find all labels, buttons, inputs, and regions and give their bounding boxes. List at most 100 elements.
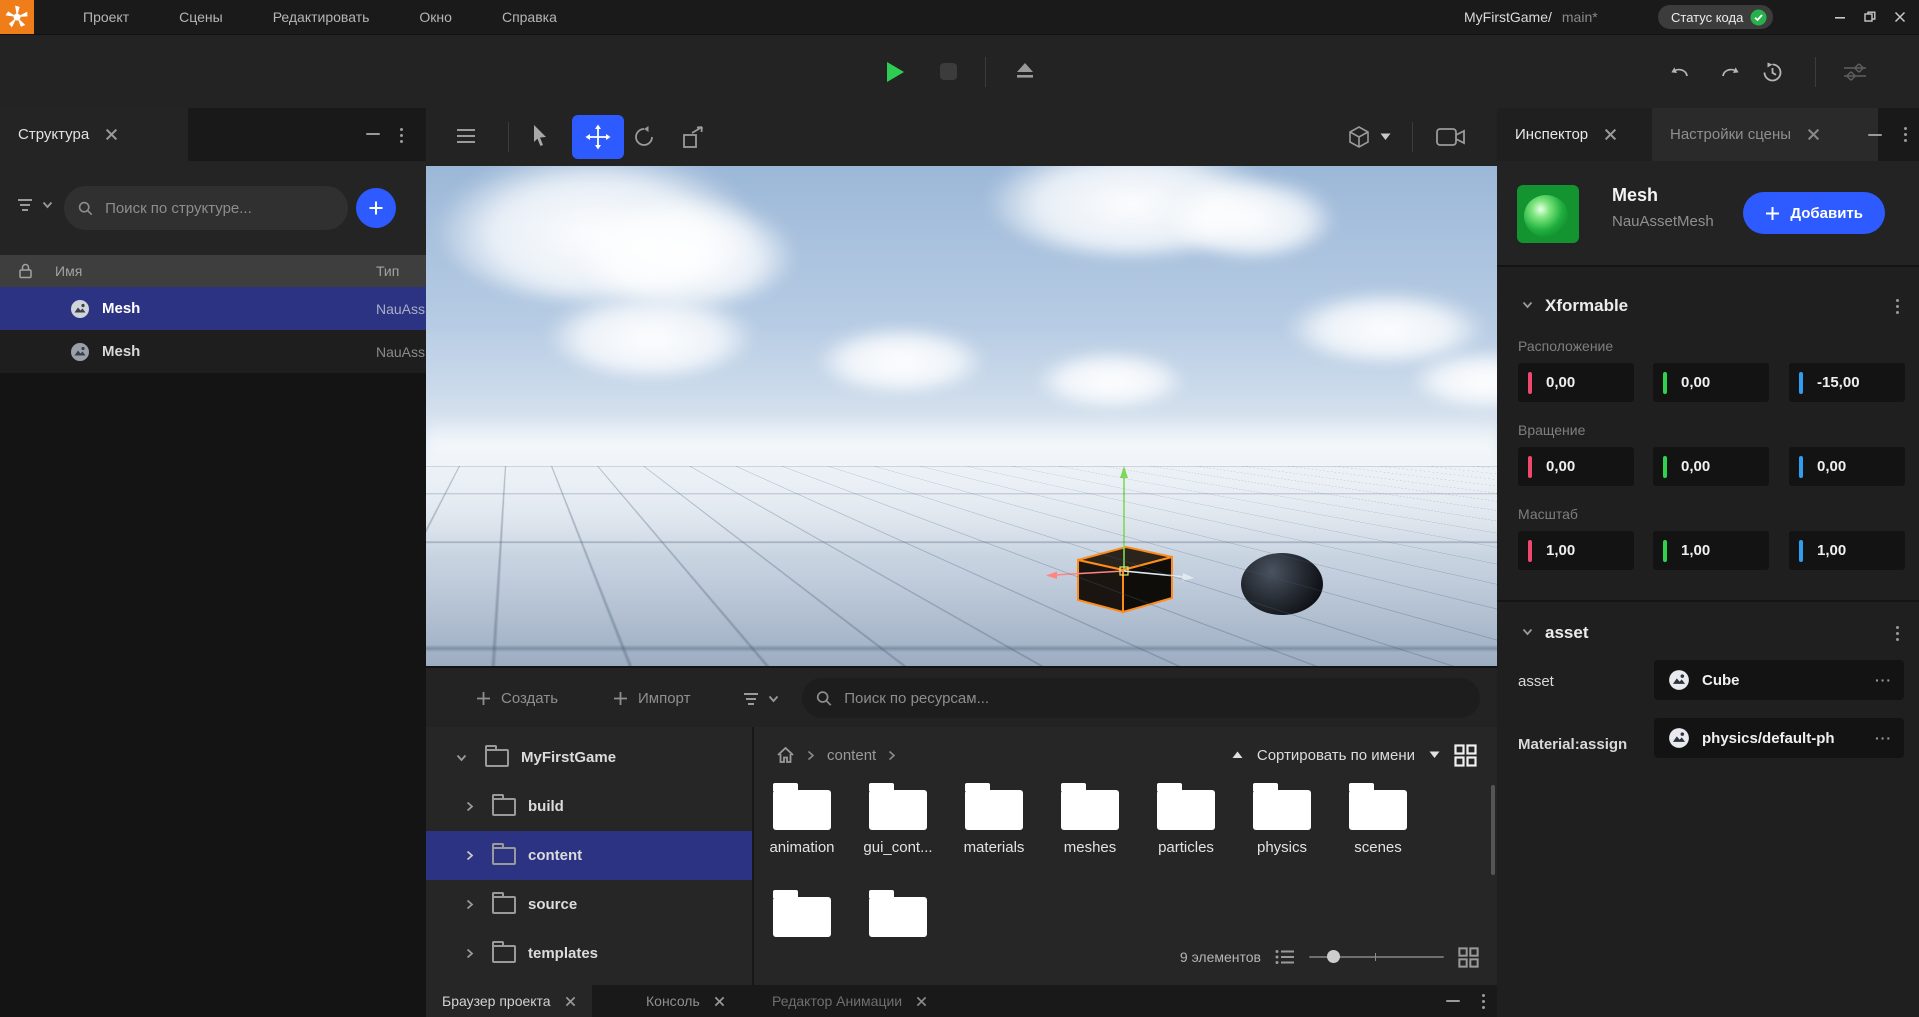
list-view-icon[interactable] <box>1275 949 1295 965</box>
folder-tile-gui[interactable]: gui_cont... <box>850 782 946 856</box>
restore-button[interactable] <box>1855 0 1885 34</box>
sort-ascending-icon[interactable] <box>1232 751 1243 759</box>
structure-filter-button[interactable] <box>16 197 53 213</box>
chevron-down-icon[interactable] <box>456 754 467 762</box>
rotation-x-field[interactable]: 0,00 <box>1518 447 1634 486</box>
redo-button[interactable] <box>1718 63 1742 83</box>
rotation-y-field[interactable]: 0,00 <box>1653 447 1769 486</box>
tree-item-source[interactable]: source <box>426 880 752 929</box>
material-reference-field[interactable]: physics/default-ph ··· <box>1654 718 1904 758</box>
panel-menu-button[interactable] <box>400 128 403 143</box>
viewport-menu-button[interactable] <box>456 128 476 144</box>
scrollbar[interactable] <box>1491 785 1495 875</box>
rotate-tool-button[interactable] <box>632 125 656 149</box>
history-button[interactable] <box>1761 61 1784 84</box>
close-button[interactable] <box>1885 0 1915 34</box>
grid-view-icon[interactable] <box>1454 744 1477 767</box>
undo-button[interactable] <box>1668 63 1692 83</box>
tree-item-root[interactable]: MyFirstGame <box>426 733 752 782</box>
code-status-badge[interactable]: Статус кода <box>1658 5 1773 29</box>
select-tool-button[interactable] <box>530 124 550 148</box>
close-icon[interactable] <box>105 128 118 141</box>
folder-tile-particles[interactable]: particles <box>1138 782 1234 856</box>
camera-button[interactable] <box>1436 127 1466 147</box>
add-object-button[interactable] <box>356 188 396 228</box>
folder-tile-scenes[interactable]: scenes <box>1330 782 1426 856</box>
position-z-field[interactable]: -15,00 <box>1789 363 1905 402</box>
stop-button[interactable] <box>940 63 957 80</box>
assets-search-input[interactable] <box>842 689 1466 708</box>
chevron-right-icon[interactable] <box>466 899 474 910</box>
chevron-right-icon[interactable] <box>466 948 474 959</box>
asset-reference-field[interactable]: Cube ··· <box>1654 660 1904 700</box>
structure-search-input[interactable] <box>103 199 334 218</box>
chevron-right-icon[interactable] <box>466 801 474 812</box>
menu-help[interactable]: Справка <box>477 0 582 34</box>
structure-row-mesh-2[interactable]: Mesh NauAss <box>0 330 426 373</box>
tree-item-content[interactable]: content <box>426 831 752 880</box>
tab-animation-editor[interactable]: Редактор Анимации <box>756 985 943 1017</box>
scale-x-field[interactable]: 1,00 <box>1518 531 1634 570</box>
menu-window[interactable]: Окно <box>394 0 477 34</box>
tree-item-build[interactable]: build <box>426 782 752 831</box>
close-icon[interactable] <box>565 996 576 1007</box>
panel-menu-button[interactable] <box>1904 127 1907 142</box>
sort-by-label[interactable]: Сортировать по имени <box>1257 747 1415 764</box>
panel-minimize-button[interactable] <box>1868 134 1882 136</box>
scale-y-field[interactable]: 1,00 <box>1653 531 1769 570</box>
menu-project[interactable]: Проект <box>58 0 154 34</box>
close-icon[interactable] <box>1604 128 1617 141</box>
add-component-button[interactable]: Добавить <box>1743 192 1885 234</box>
chevron-right-icon[interactable] <box>466 850 474 861</box>
column-name[interactable]: Имя <box>55 263 82 279</box>
folder-tile-materials[interactable]: materials <box>946 782 1042 856</box>
transform-gizmo[interactable] <box>974 450 1274 666</box>
folder-tile-animation[interactable]: animation <box>754 782 850 856</box>
view-gizmo-button[interactable] <box>1346 124 1391 150</box>
assets-filter-button[interactable] <box>742 668 779 729</box>
grid-view-icon[interactable] <box>1458 947 1479 968</box>
panel-minimize-button[interactable] <box>366 133 380 135</box>
section-xformable-header[interactable]: Xformable <box>1497 293 1919 323</box>
slider-thumb[interactable] <box>1327 950 1340 963</box>
folder-tile[interactable] <box>850 889 946 937</box>
chevron-down-icon[interactable] <box>1429 751 1440 759</box>
tab-project-browser[interactable]: Браузер проекта <box>426 985 592 1017</box>
move-tool-button[interactable] <box>572 115 624 159</box>
tree-item-templates[interactable]: templates <box>426 929 752 978</box>
close-icon[interactable] <box>1807 128 1820 141</box>
tab-scene-settings[interactable]: Настройки сцены <box>1652 108 1878 161</box>
section-menu-button[interactable] <box>1896 626 1899 641</box>
tab-console[interactable]: Консоль <box>630 985 741 1017</box>
play-button[interactable] <box>884 60 906 84</box>
assets-search[interactable] <box>802 678 1480 718</box>
panel-minimize-button[interactable] <box>1446 1000 1460 1002</box>
chevron-down-icon[interactable] <box>1522 301 1533 309</box>
close-icon[interactable] <box>714 996 725 1007</box>
viewport-settings-button[interactable] <box>1843 63 1867 81</box>
import-button[interactable]: Импорт <box>613 668 690 729</box>
close-icon[interactable] <box>916 996 927 1007</box>
chevron-down-icon[interactable] <box>1522 628 1533 636</box>
menu-edit[interactable]: Редактировать <box>248 0 395 34</box>
panel-menu-button[interactable] <box>1482 994 1485 1009</box>
scale-z-field[interactable]: 1,00 <box>1789 531 1905 570</box>
tab-structure[interactable]: Структура <box>0 108 188 161</box>
lock-icon[interactable] <box>18 263 33 279</box>
eject-button[interactable] <box>1014 61 1036 81</box>
structure-row-mesh-1[interactable]: Mesh NauAss <box>0 287 426 330</box>
folder-tile-meshes[interactable]: meshes <box>1042 782 1138 856</box>
section-asset-header[interactable]: asset <box>1497 620 1919 650</box>
position-y-field[interactable]: 0,00 <box>1653 363 1769 402</box>
section-menu-button[interactable] <box>1896 299 1899 314</box>
browse-material-button[interactable]: ··· <box>1875 730 1892 746</box>
folder-tile[interactable] <box>754 889 850 937</box>
menu-scenes[interactable]: Сцены <box>154 0 248 34</box>
rotation-z-field[interactable]: 0,00 <box>1789 447 1905 486</box>
folder-tile-physics[interactable]: physics <box>1234 782 1330 856</box>
browse-asset-button[interactable]: ··· <box>1875 672 1892 688</box>
viewport-3d[interactable] <box>426 166 1497 666</box>
scale-tool-button[interactable] <box>682 125 706 149</box>
home-icon[interactable] <box>776 746 795 764</box>
column-type[interactable]: Тип <box>376 263 399 279</box>
